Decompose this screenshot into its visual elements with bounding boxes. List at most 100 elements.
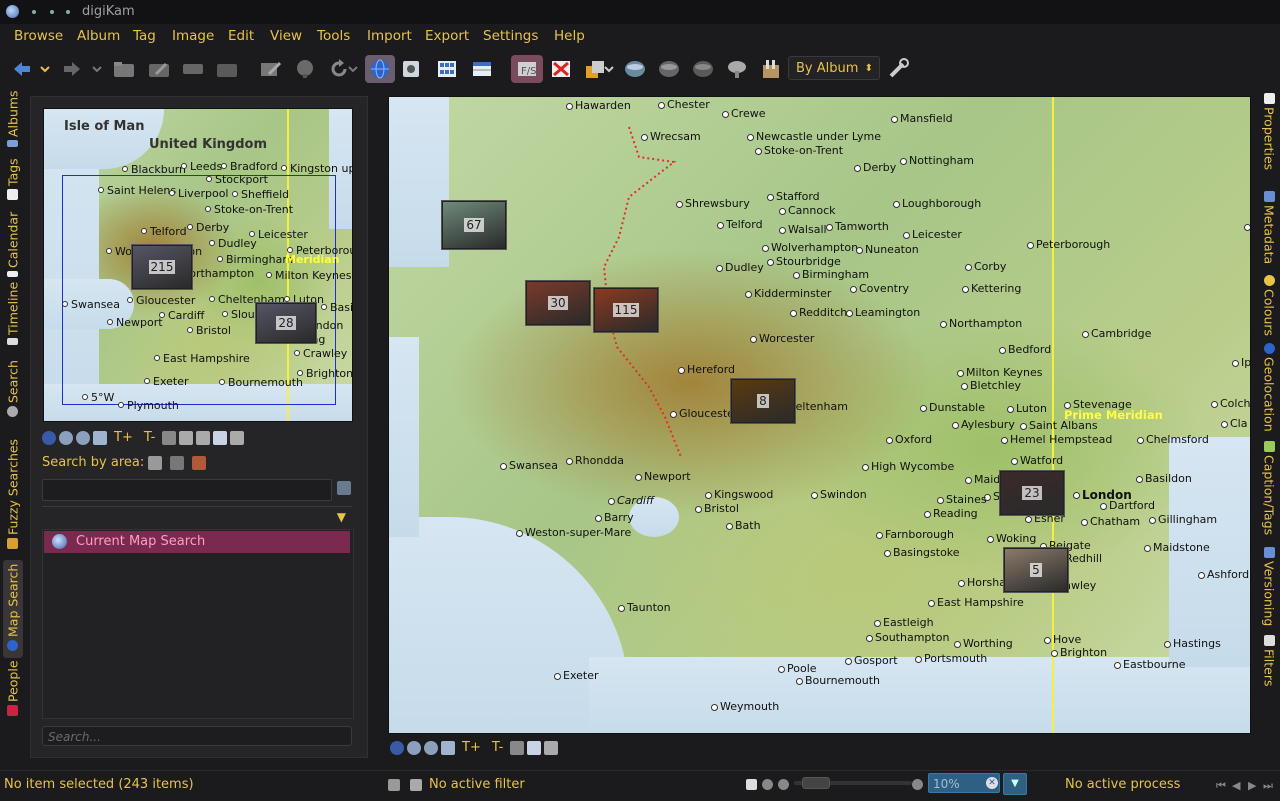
light-table-button[interactable] bbox=[291, 55, 319, 83]
menu-view[interactable]: View bbox=[270, 28, 302, 44]
filter-icon[interactable] bbox=[388, 779, 400, 791]
photo-cluster-marker[interactable]: 115 bbox=[594, 288, 658, 332]
menu-edit[interactable]: Edit bbox=[228, 28, 254, 44]
tab-properties[interactable]: Properties bbox=[1260, 90, 1278, 186]
area-pointer-icon[interactable] bbox=[170, 456, 184, 470]
tab-metadata[interactable]: Metadata bbox=[1260, 188, 1278, 270]
tab-calendar[interactable]: Calendar bbox=[3, 212, 23, 280]
globe-icon[interactable] bbox=[390, 740, 404, 755]
tab-fuzzy-searches[interactable]: Fuzzy Searches bbox=[3, 434, 23, 556]
refresh-menu-button[interactable] bbox=[346, 55, 360, 83]
zoom-in-icon[interactable] bbox=[407, 740, 421, 755]
rename-button[interactable] bbox=[179, 55, 207, 83]
photo-cluster-marker[interactable]: 67 bbox=[442, 201, 506, 249]
preview-view-button[interactable] bbox=[397, 55, 425, 83]
increase-thumbnail-button[interactable]: T+ bbox=[110, 430, 137, 445]
window-button-icon[interactable] bbox=[32, 10, 36, 14]
tab-caption-tags[interactable]: Caption/Tags bbox=[1260, 438, 1278, 542]
area-select-icon[interactable] bbox=[148, 456, 162, 470]
zoom-dropdown-button[interactable]: ▼ bbox=[1003, 773, 1027, 795]
zoom-box-icon[interactable] bbox=[179, 430, 194, 445]
menu-import[interactable]: Import bbox=[367, 28, 412, 44]
area-clear-icon[interactable] bbox=[192, 456, 206, 470]
pointer-icon[interactable] bbox=[544, 740, 559, 755]
fit-icon[interactable] bbox=[441, 740, 455, 755]
menu-help[interactable]: Help bbox=[554, 28, 585, 44]
decrease-thumbnail-button[interactable]: T- bbox=[140, 430, 159, 445]
zoom-in-icon[interactable] bbox=[912, 779, 923, 790]
tab-colours[interactable]: Colours bbox=[1260, 272, 1278, 338]
fullscreen-button[interactable]: F/S bbox=[511, 55, 543, 83]
menu-browse[interactable]: Browse bbox=[14, 28, 63, 44]
page-icon[interactable] bbox=[746, 779, 757, 790]
edit-album-button[interactable] bbox=[145, 55, 173, 83]
back-menu-button[interactable] bbox=[36, 55, 54, 83]
new-album-button[interactable] bbox=[110, 55, 138, 83]
photo-cluster-marker[interactable]: 5 bbox=[1004, 548, 1068, 592]
back-button[interactable] bbox=[8, 55, 36, 83]
zoom-in-icon[interactable] bbox=[59, 430, 73, 445]
tab-timeline[interactable]: Timeline bbox=[3, 282, 23, 348]
search-area-rectangle[interactable] bbox=[62, 175, 336, 405]
tab-geolocation[interactable]: Geolocation bbox=[1260, 340, 1278, 436]
forward-button[interactable] bbox=[58, 55, 86, 83]
previous-icon[interactable]: ◀ bbox=[1232, 779, 1240, 792]
tab-albums[interactable]: Albums bbox=[3, 90, 23, 150]
album-view-combo[interactable]: By Album ⬍ bbox=[788, 56, 880, 80]
photo-cluster-marker[interactable]: 215 bbox=[132, 245, 192, 289]
photo-cluster-marker[interactable]: 8 bbox=[731, 379, 795, 423]
zoom-out-icon[interactable] bbox=[76, 430, 90, 445]
tab-people[interactable]: People bbox=[3, 658, 23, 722]
decrease-thumbnail-button[interactable]: T- bbox=[488, 740, 507, 755]
settings-button[interactable] bbox=[884, 55, 912, 83]
fit-icon[interactable] bbox=[93, 430, 107, 445]
thumbnail-view-button[interactable] bbox=[433, 55, 461, 83]
select-icon[interactable] bbox=[527, 740, 542, 755]
filter-icon[interactable] bbox=[196, 430, 211, 445]
network-button[interactable] bbox=[723, 55, 751, 83]
menu-tag[interactable]: Tag bbox=[133, 28, 156, 44]
saved-searches-list[interactable]: Current Map Search bbox=[42, 529, 354, 719]
first-icon[interactable]: ⏮ bbox=[1216, 779, 1226, 793]
main-map[interactable]: Prime Meridian Hawarden Chester Crewe Mansf… bbox=[388, 96, 1251, 734]
zoom-in-icon[interactable] bbox=[762, 779, 773, 790]
zoom-out-icon[interactable] bbox=[778, 779, 789, 790]
map-view-button[interactable] bbox=[365, 55, 395, 83]
current-map-search-item[interactable]: Current Map Search bbox=[44, 531, 350, 553]
save-search-icon[interactable] bbox=[337, 481, 351, 495]
pan-icon[interactable] bbox=[510, 740, 525, 755]
pointer-icon[interactable] bbox=[230, 430, 245, 445]
table-view-button[interactable] bbox=[468, 55, 496, 83]
tab-versioning[interactable]: Versioning bbox=[1260, 544, 1278, 630]
forward-menu-button[interactable] bbox=[88, 55, 106, 83]
zoom-slider[interactable] bbox=[794, 777, 912, 789]
pan-icon[interactable] bbox=[162, 430, 177, 445]
increase-thumbnail-button[interactable]: T+ bbox=[458, 740, 485, 755]
photo-cluster-marker[interactable]: 30 bbox=[526, 281, 590, 325]
search-name-field[interactable] bbox=[42, 479, 332, 501]
zoom-out-icon[interactable] bbox=[424, 740, 438, 755]
photo-cluster-marker[interactable]: 28 bbox=[256, 303, 316, 343]
menu-album[interactable]: Album bbox=[77, 28, 120, 44]
menu-export[interactable]: Export bbox=[425, 28, 469, 44]
tab-map-search[interactable]: Map Search bbox=[3, 560, 23, 658]
saved-searches-header[interactable]: ▼ bbox=[42, 506, 352, 529]
image-edit-button[interactable] bbox=[256, 55, 284, 83]
menu-tools[interactable]: Tools bbox=[317, 28, 350, 44]
mini-map[interactable]: Isle of Man United Kingdom Blackburn Leeds B… bbox=[43, 108, 353, 422]
search-input[interactable]: Search... bbox=[42, 726, 352, 746]
last-icon[interactable]: ⏭ bbox=[1263, 779, 1273, 793]
clear-icon[interactable]: ✕ bbox=[986, 777, 998, 789]
window-button-icon[interactable] bbox=[50, 10, 54, 14]
import-usb-button[interactable] bbox=[655, 55, 683, 83]
photo-cluster-marker[interactable]: 23 bbox=[1000, 471, 1064, 515]
import-camera-button[interactable] bbox=[621, 55, 649, 83]
menu-image[interactable]: Image bbox=[172, 28, 214, 44]
import-card-button[interactable] bbox=[689, 55, 717, 83]
delete-album-button[interactable] bbox=[213, 55, 241, 83]
slideshow-button[interactable] bbox=[547, 55, 575, 83]
window-button-icon[interactable] bbox=[66, 10, 70, 14]
zoom-input[interactable]: 10% ✕ bbox=[928, 773, 1000, 793]
globe-icon[interactable] bbox=[42, 430, 56, 445]
tools-button[interactable] bbox=[757, 55, 785, 83]
